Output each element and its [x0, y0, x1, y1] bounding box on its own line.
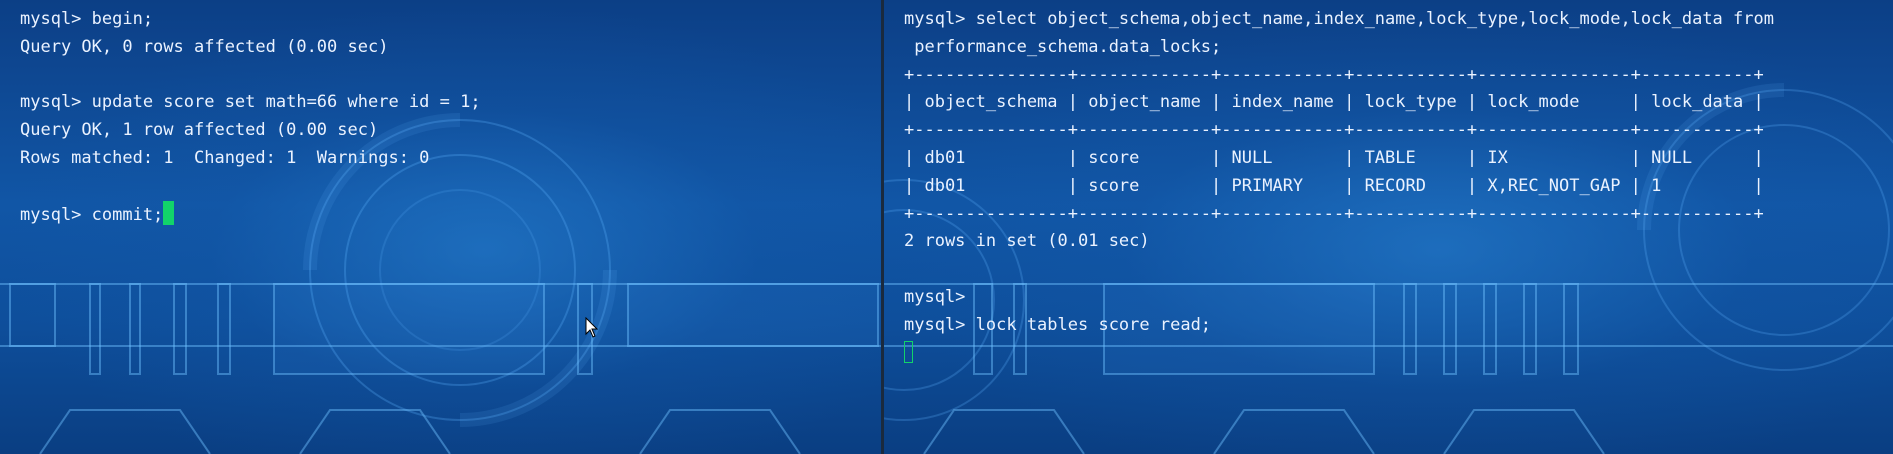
- terminal-line: Query OK, 0 rows affected (0.00 sec): [20, 36, 389, 57]
- terminal-line: mysql> update score set math=66 where id…: [20, 92, 481, 113]
- table-border-line: +---------------+-------------+---------…: [904, 120, 1764, 141]
- table-border-line: +---------------+-------------+---------…: [904, 64, 1764, 85]
- dual-terminal-screen: mysql> begin; Query OK, 0 rows affected (…: [0, 0, 1893, 454]
- terminal-line: Query OK, 1 row affected (0.00 sec): [20, 120, 379, 141]
- terminal-input-line[interactable]: [904, 340, 1883, 368]
- text-cursor: [904, 340, 913, 363]
- left-terminal-pane[interactable]: mysql> begin; Query OK, 0 rows affected (…: [0, 0, 881, 454]
- terminal-line: performance_schema.data_locks;: [904, 36, 1222, 57]
- table-row: | db01 | score | NULL | TABLE | IX | NUL…: [904, 147, 1764, 168]
- table-border-line: +---------------+-------------+---------…: [904, 203, 1764, 224]
- terminal-line: mysql> begin;: [20, 9, 154, 29]
- table-header-row: | object_schema | object_name | index_na…: [904, 92, 1764, 113]
- text-cursor: [163, 200, 175, 225]
- arrow-cursor-icon: [585, 317, 599, 338]
- left-terminal-output[interactable]: mysql> begin; Query OK, 0 rows affected (…: [20, 6, 871, 228]
- right-terminal-pane[interactable]: mysql> select object_schema,object_name,…: [884, 0, 1893, 454]
- terminal-line: mysql> lock tables score read;: [904, 314, 1212, 335]
- right-terminal-output[interactable]: mysql> select object_schema,object_name,…: [904, 6, 1883, 367]
- terminal-input-line[interactable]: mysql> commit;: [20, 200, 871, 229]
- terminal-line: Rows matched: 1 Changed: 1 Warnings: 0: [20, 147, 430, 168]
- table-row: | db01 | score | PRIMARY | RECORD | X,RE…: [904, 175, 1764, 196]
- terminal-line: mysql> select object_schema,object_name,…: [904, 9, 1774, 29]
- terminal-input-text: mysql> commit;: [20, 204, 164, 225]
- terminal-line: 2 rows in set (0.01 sec): [904, 231, 1150, 252]
- terminal-line: mysql>: [904, 286, 966, 307]
